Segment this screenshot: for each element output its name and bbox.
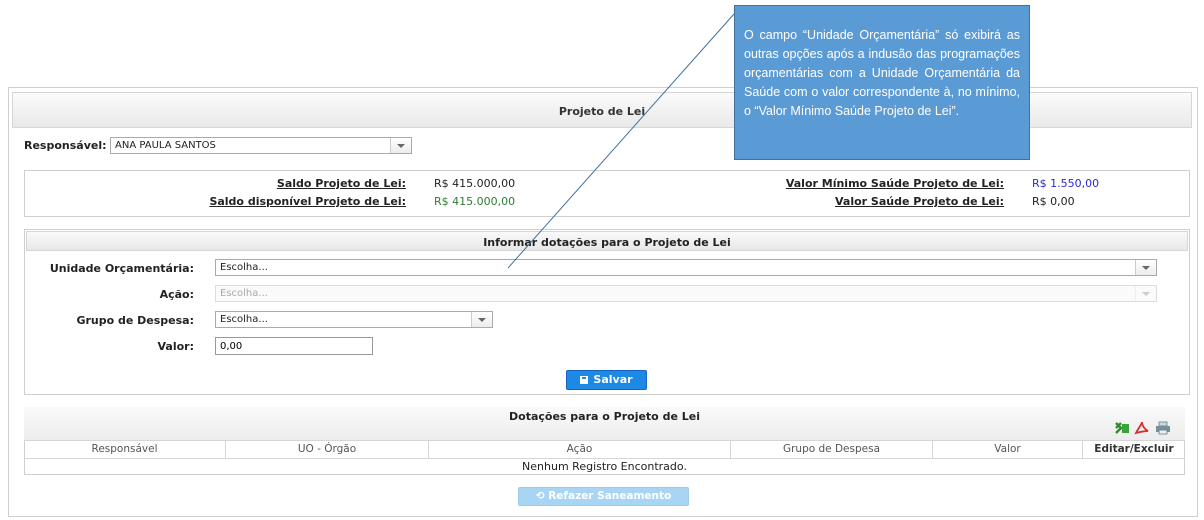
help-callout-text: O campo “Unidade Orçamentária” só exibir… <box>744 28 1020 118</box>
help-callout: O campo “Unidade Orçamentária” só exibir… <box>734 5 1030 160</box>
